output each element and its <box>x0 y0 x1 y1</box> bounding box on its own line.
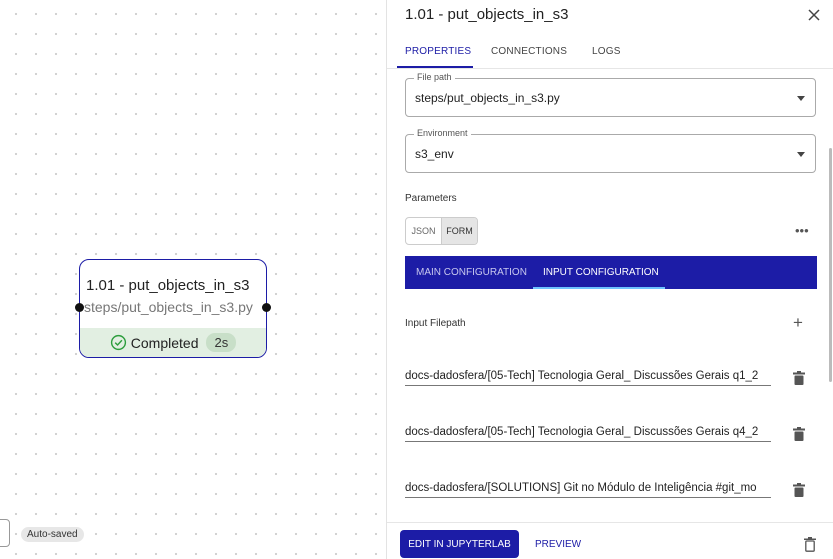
panel-title: 1.01 - put_objects_in_s3 <box>405 6 569 23</box>
input-filepath-value: docs-dadosfera/[05-Tech] Tecnologia Gera… <box>405 426 759 438</box>
input-filepath-value: docs-dadosfera/[05-Tech] Tecnologia Gera… <box>405 370 759 382</box>
node-input-port[interactable] <box>75 303 84 312</box>
more-options-icon[interactable]: ••• <box>795 223 809 238</box>
active-config-tab-indicator <box>533 287 665 289</box>
properties-panel: 1.01 - put_objects_in_s3 PROPERTIES CONN… <box>386 0 833 559</box>
node-status-bar: Completed 2s <box>80 328 266 357</box>
file-path-value: steps/put_objects_in_s3.py <box>415 91 560 105</box>
input-filepath-value: docs-dadosfera/[SOLUTIONS] Git no Módulo… <box>405 482 757 494</box>
delete-step-icon[interactable] <box>804 537 816 552</box>
panel-footer: EDIT IN JUPYTERLAB PREVIEW <box>387 522 833 559</box>
chevron-down-icon <box>797 152 805 157</box>
node-output-port[interactable] <box>262 303 271 312</box>
pipeline-canvas[interactable]: 1.01 - put_objects_in_s3 steps/put_objec… <box>0 0 386 559</box>
input-filepath-field[interactable]: docs-dadosfera/[05-Tech] Tecnologia Gera… <box>405 424 771 442</box>
panel-tabs: PROPERTIES CONNECTIONS LOGS <box>387 36 833 69</box>
input-filepath-field[interactable]: docs-dadosfera/[05-Tech] Tecnologia Gera… <box>405 368 771 386</box>
tab-logs[interactable]: LOGS <box>592 46 621 57</box>
delete-icon[interactable] <box>793 427 805 441</box>
node-status-text: Completed <box>130 334 199 351</box>
config-tabs: MAIN CONFIGURATION INPUT CONFIGURATION <box>405 256 817 289</box>
autosaved-badge: Auto-saved <box>21 527 84 542</box>
active-tab-indicator <box>397 66 473 68</box>
duration-badge: 2s <box>206 333 237 352</box>
node-title: 1.01 - put_objects_in_s3 <box>86 277 250 294</box>
tab-connections[interactable]: CONNECTIONS <box>491 46 567 57</box>
node-file-path: steps/put_objects_in_s3.py <box>84 299 253 315</box>
file-path-label: File path <box>414 72 455 82</box>
delete-icon[interactable] <box>793 483 805 497</box>
environment-select[interactable]: Environment s3_env <box>405 128 816 173</box>
input-filepath-label: Input Filepath <box>405 318 466 329</box>
chevron-down-icon <box>797 96 805 101</box>
environment-value: s3_env <box>415 147 454 161</box>
preview-button[interactable]: PREVIEW <box>535 539 581 550</box>
parameters-label: Parameters <box>405 193 457 204</box>
input-filepath-field[interactable]: docs-dadosfera/[SOLUTIONS] Git no Módulo… <box>405 480 771 498</box>
tab-properties[interactable]: PROPERTIES <box>405 46 471 57</box>
edit-in-jupyterlab-button[interactable]: EDIT IN JUPYTERLAB <box>400 530 519 558</box>
pipeline-node[interactable]: 1.01 - put_objects_in_s3 steps/put_objec… <box>79 259 267 358</box>
delete-icon[interactable] <box>793 371 805 385</box>
canvas-controls[interactable] <box>0 519 10 547</box>
tab-input-configuration[interactable]: INPUT CONFIGURATION <box>543 267 659 278</box>
close-icon[interactable] <box>807 8 821 22</box>
tab-main-configuration[interactable]: MAIN CONFIGURATION <box>416 267 527 278</box>
environment-label: Environment <box>414 128 471 138</box>
json-mode-button[interactable]: JSON <box>406 218 441 244</box>
form-mode-button[interactable]: FORM <box>441 218 477 244</box>
check-circle-icon <box>110 334 126 351</box>
add-icon[interactable]: + <box>793 313 803 333</box>
parameter-mode-toggle: JSON FORM <box>405 217 478 245</box>
panel-scrollbar[interactable] <box>829 148 832 382</box>
file-path-select[interactable]: File path steps/put_objects_in_s3.py <box>405 72 816 117</box>
